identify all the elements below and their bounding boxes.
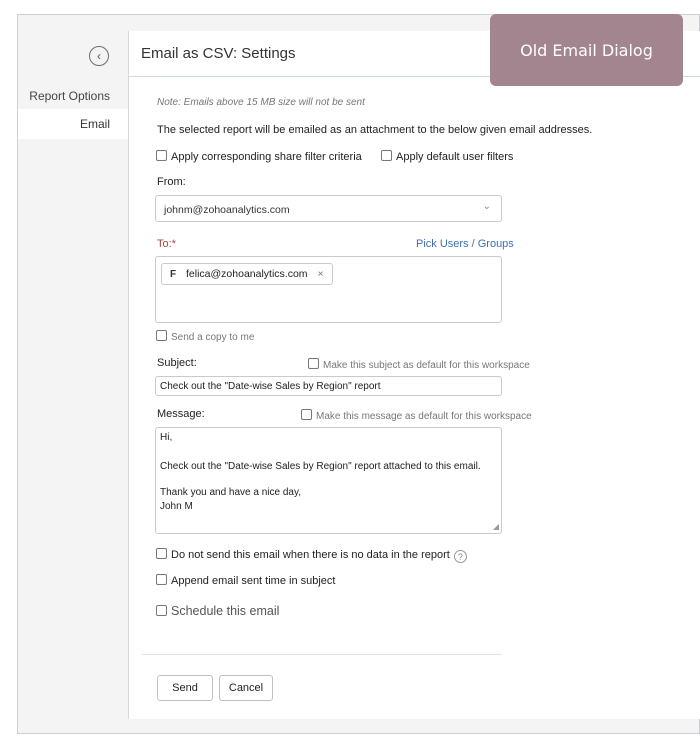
from-select[interactable]: johnm@zohoanalytics.com ⌄ [155,195,502,222]
send-copy-checkbox[interactable] [156,330,167,341]
schedule-label: Schedule this email [171,604,280,618]
append-time-checkbox[interactable] [156,574,167,585]
default-user-filters-checkbox[interactable] [381,150,392,161]
subject-default-checkbox[interactable] [308,358,319,369]
chevron-down-icon[interactable]: ⌄ [483,201,491,212]
message-line-2: Check out the "Date-wise Sales by Region… [160,461,481,472]
recipient-email: felica@zohoanalytics.com [186,268,308,280]
sidebar: ‹ Report Options Email [18,15,128,733]
cancel-button[interactable]: Cancel [219,675,273,701]
no-data-option[interactable]: Do not send this email when there is no … [156,548,467,563]
share-filter-checkbox[interactable] [156,150,167,161]
message-textarea[interactable]: Hi, Check out the "Date-wise Sales by Re… [155,427,502,534]
append-time-label: Append email sent time in subject [171,575,336,587]
dialog-title: Email as CSV: Settings [141,45,296,62]
send-copy-label: Send a copy to me [171,332,255,343]
schedule-option[interactable]: Schedule this email [156,604,279,618]
schedule-checkbox[interactable] [156,605,167,616]
sidebar-item-email[interactable]: Email [18,109,128,139]
share-filter-option[interactable]: Apply corresponding share filter criteri… [156,150,362,163]
resize-handle-icon[interactable]: ◢ [493,522,499,531]
message-label: Message: [157,408,205,420]
to-label: To:* [157,238,176,250]
settings-window: ‹ Report Options Email Email as CSV: Set… [17,14,700,734]
share-filter-label: Apply corresponding share filter criteri… [171,151,362,163]
message-default-checkbox[interactable] [301,409,312,420]
default-user-filters-option[interactable]: Apply default user filters [381,150,513,163]
message-default-label: Make this message as default for this wo… [316,411,532,422]
help-icon[interactable]: ? [453,550,467,563]
message-line-3: Thank you and have a nice day, [160,487,302,498]
sidebar-item-report-options[interactable]: Report Options [18,86,128,106]
recipient-chip: F felica@zohoanalytics.com × [161,263,333,285]
subject-value: Check out the "Date-wise Sales by Region… [160,381,381,392]
message-default-option[interactable]: Make this message as default for this wo… [301,409,532,422]
message-line-1: Hi, [160,432,173,443]
send-button[interactable]: Send [157,675,213,701]
to-recipients-field[interactable]: F felica@zohoanalytics.com × [155,256,502,323]
default-user-filters-label: Apply default user filters [396,151,514,163]
append-time-option[interactable]: Append email sent time in subject [156,574,335,587]
pick-users-link[interactable]: Pick Users / Groups [416,238,514,250]
message-line-4: John M [160,501,193,512]
size-note: Note: Emails above 15 MB size will not b… [157,97,365,108]
send-copy-option[interactable]: Send a copy to me [156,330,254,343]
recipient-avatar: F [169,268,177,280]
subject-input[interactable]: Check out the "Date-wise Sales by Region… [155,376,502,396]
back-icon[interactable]: ‹ [89,46,109,66]
subject-default-label: Make this subject as default for this wo… [323,360,530,371]
footer-divider [142,654,502,655]
description-text: The selected report will be emailed as a… [157,124,593,136]
from-value: johnm@zohoanalytics.com [164,204,290,216]
no-data-label: Do not send this email when there is no … [171,549,450,561]
from-label: From: [157,176,186,188]
old-email-dialog-badge: Old Email Dialog [490,14,683,86]
remove-recipient-icon[interactable]: × [318,268,324,280]
no-data-checkbox[interactable] [156,548,167,559]
subject-label: Subject: [157,357,197,369]
subject-default-option[interactable]: Make this subject as default for this wo… [308,358,530,371]
